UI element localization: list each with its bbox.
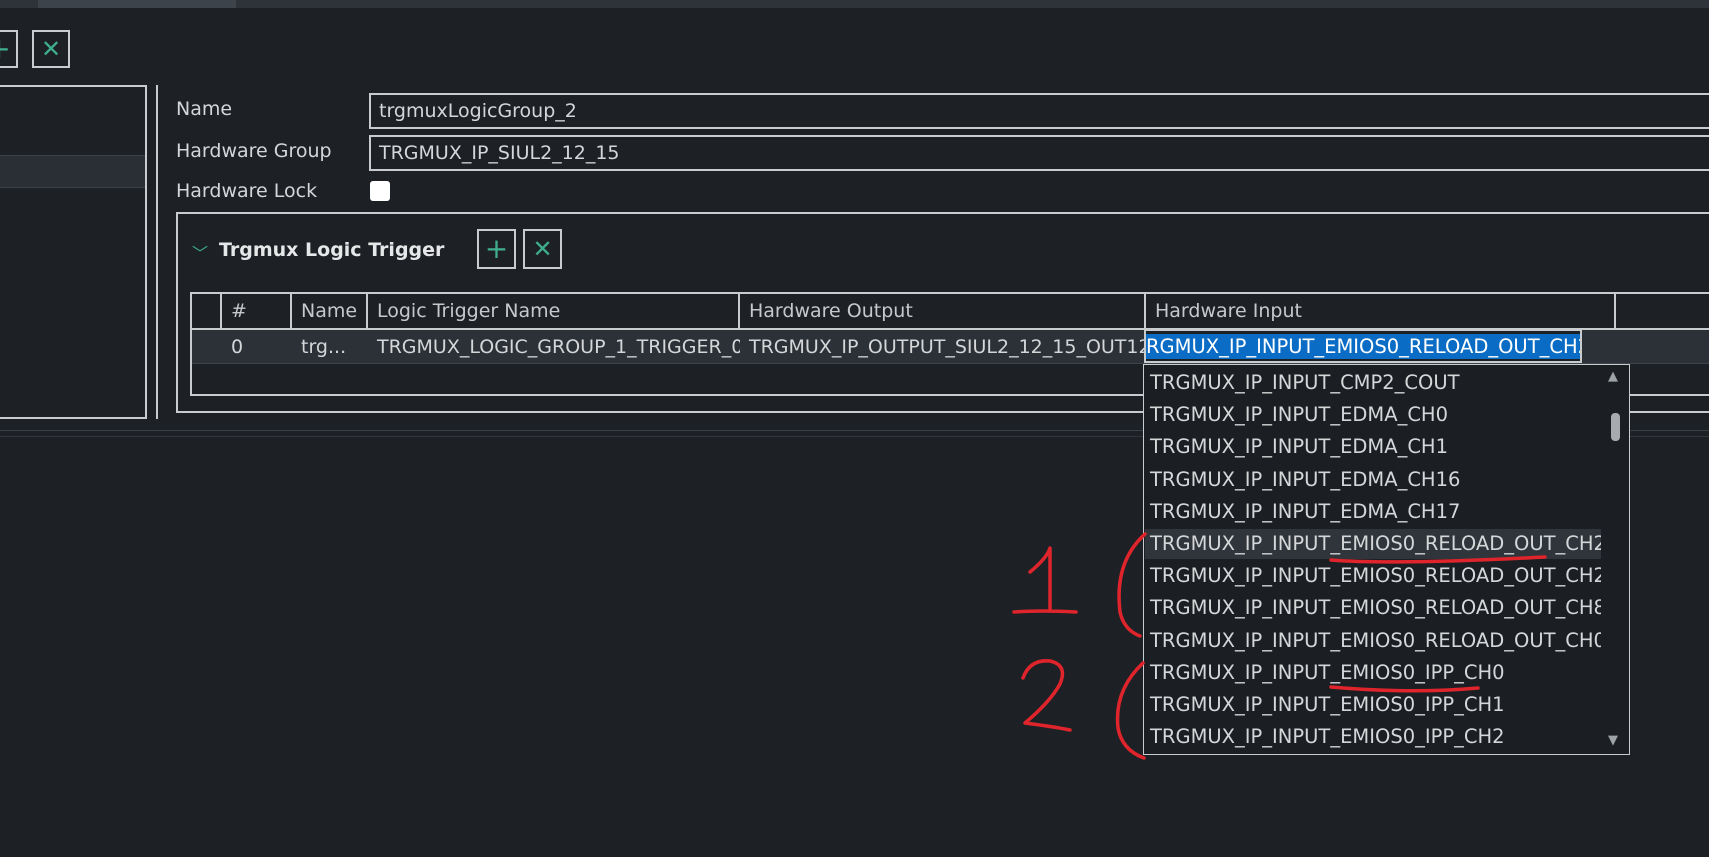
handwritten-annotations: [1012, 532, 1547, 760]
annotation-digit-2: [1021, 659, 1072, 732]
annotation-digit-1: [1012, 546, 1078, 614]
annotation-underline-1: [1329, 555, 1547, 564]
annotation-underline-2: [1329, 685, 1480, 693]
annotation-bracket-1: [1117, 532, 1147, 638]
annotation-bracket-2: [1115, 661, 1146, 760]
